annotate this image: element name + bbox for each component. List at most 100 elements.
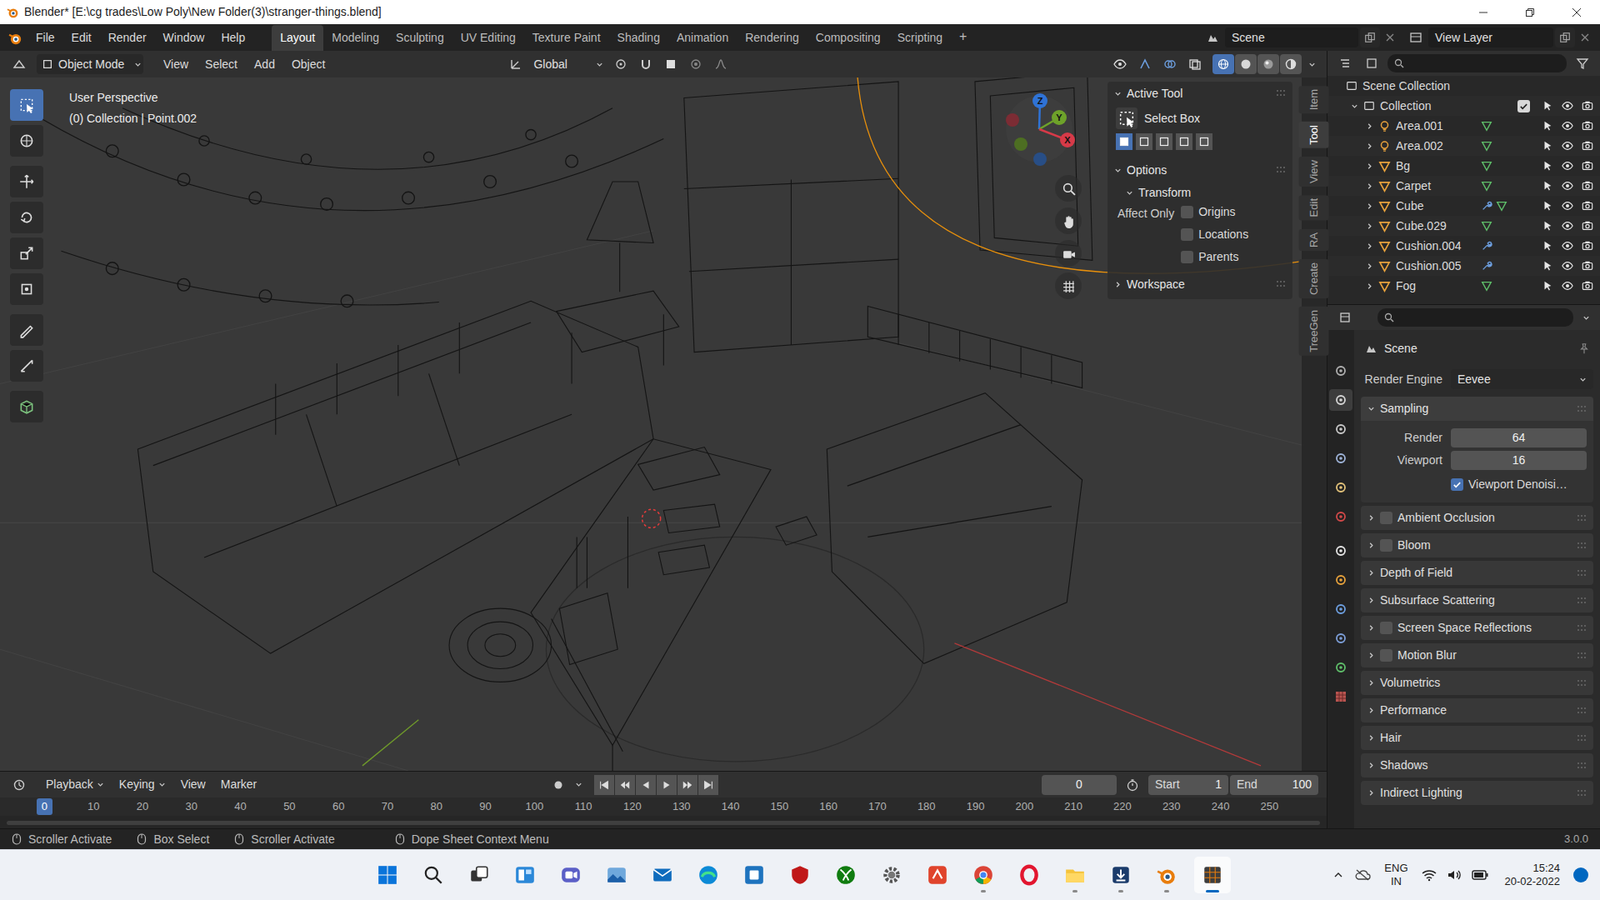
render-camera-icon[interactable] [1581,260,1594,272]
options-header-label[interactable]: Options [1126,161,1167,180]
outliner-item[interactable]: Area.002 [1327,135,1600,156]
timeline-menu-item[interactable]: Playback [38,775,112,794]
selectable-icon[interactable] [1541,180,1554,192]
workspace-tab[interactable]: Shading [609,25,669,51]
render-camera-icon[interactable] [1581,240,1594,252]
selection-mode-button[interactable] [1195,133,1213,150]
selectable-icon[interactable] [1541,260,1554,272]
render-camera-icon[interactable] [1581,120,1594,132]
eye-icon[interactable] [1561,120,1574,132]
snap-target-icon[interactable] [660,54,682,75]
viewport-menu-item[interactable]: Add [245,55,284,74]
render-engine-dropdown[interactable]: Eevee [1450,369,1594,390]
tool-button[interactable] [10,125,44,157]
selectable-icon[interactable] [1541,120,1554,132]
checkbox-row[interactable]: Origins [1180,203,1249,221]
end-frame-field[interactable]: End100 [1230,775,1319,795]
workspace-tab[interactable]: Sculpting [387,25,453,51]
view-layer-selector-name[interactable]: View Layer [1435,29,1493,47]
overlay-icon[interactable] [1159,54,1181,75]
shading-mode-icon[interactable] [1235,54,1257,75]
battery-icon[interactable] [1471,869,1489,881]
taskbar-app[interactable] [1194,856,1231,894]
properties-tab-icon[interactable] [1329,476,1353,499]
sidebar-tab[interactable]: Edit [1299,195,1330,220]
taskbar-app[interactable] [690,856,727,894]
prev-keyframe-icon[interactable] [615,775,635,795]
render-camera-icon[interactable] [1581,220,1594,232]
eye-icon[interactable] [1561,240,1574,252]
outliner-item[interactable]: Cube.029 [1327,215,1600,236]
axis-label[interactable]: Y [1052,110,1066,125]
taskbar-app[interactable] [735,856,773,894]
notification-badge-icon[interactable] [1573,867,1589,883]
orientation-dropdown[interactable]: Global [530,54,607,75]
tool-button[interactable] [10,201,44,234]
eye-icon[interactable] [1561,180,1574,192]
settings-panel[interactable]: Volumetrics [1360,670,1594,695]
proportional-icon[interactable] [685,54,707,75]
settings-panel[interactable]: Shadows [1360,753,1594,778]
ruler-label[interactable]: 0 [36,798,53,815]
copy-icon[interactable] [1555,27,1575,48]
orientation-icon[interactable] [505,54,527,75]
shading-mode-icon[interactable] [1280,54,1302,75]
workspace-tab[interactable]: Layout [271,25,324,51]
stopwatch-icon[interactable] [1123,778,1142,792]
sidebar-tab[interactable]: View [1299,156,1330,187]
settings-panel[interactable]: Ambient Occlusion [1360,505,1594,530]
outliner-item[interactable]: Carpet [1327,175,1600,196]
eye-icon[interactable] [1561,280,1574,292]
settings-panel[interactable]: Screen Space Reflections [1360,615,1594,640]
minimize-icon[interactable] [1460,0,1507,25]
eye-icon[interactable] [1561,140,1574,152]
outliner-item[interactable]: Bg [1327,155,1600,176]
mode-dropdown[interactable]: Object Mode [36,54,144,75]
sidebar-tab[interactable]: Create [1299,259,1330,299]
onedrive-icon[interactable] [1354,868,1371,882]
timeline-editor-icon[interactable] [8,775,30,795]
tool-button[interactable] [10,165,44,198]
properties-tab-icon[interactable] [1329,505,1353,528]
outliner-search[interactable] [1387,54,1567,73]
dropdown-icon[interactable] [1305,60,1319,69]
gizmo-icon[interactable] [1134,54,1156,75]
checkbox[interactable] [1450,478,1464,491]
pan-icon[interactable] [1055,207,1082,235]
viewport-samples-field[interactable]: 16 [1450,450,1587,470]
tool-button[interactable] [10,89,44,121]
outliner-item[interactable]: Area.001 [1327,115,1600,136]
outliner-editor-icon[interactable] [1334,53,1356,74]
properties-tab-icon[interactable] [1329,389,1353,411]
properties-tab-icon[interactable] [1329,656,1353,679]
workspace-header[interactable]: Workspace [1107,272,1293,296]
transform-header[interactable]: Transform [1107,181,1293,204]
active-tool-header-label[interactable]: Active Tool [1126,85,1183,103]
render-samples-field[interactable]: 64 [1450,428,1587,448]
pin-icon[interactable] [1578,342,1590,355]
play-reverse-icon[interactable] [635,775,656,795]
eye-icon[interactable] [1561,200,1574,212]
exclude-checkbox[interactable] [1517,100,1530,113]
sidebar-tab[interactable]: Item [1299,85,1330,114]
sampling-header[interactable]: Sampling [1360,396,1594,421]
denoise-row[interactable]: Viewport Denoisi… [1360,472,1594,496]
viewport-menu-item[interactable]: Select [196,55,246,74]
taskbar-app[interactable] [827,856,865,894]
zoom-icon[interactable] [1055,175,1082,202]
properties-tab-icon[interactable] [1329,447,1353,470]
viewport-menu-item[interactable]: Object [283,55,334,74]
taskbar-app[interactable] [873,856,910,894]
camera-view-icon[interactable] [1055,240,1082,267]
render-camera-icon[interactable] [1581,200,1594,212]
taskbar-app[interactable] [781,856,819,894]
maximize-icon[interactable] [1506,0,1554,25]
scene-collection-row[interactable]: Scene Collection [1327,75,1600,96]
menu-item[interactable]: Help [212,26,254,50]
collection-row[interactable]: Collection [1327,95,1600,116]
grid-view-icon[interactable] [1055,272,1082,300]
checkbox-row[interactable]: Locations [1180,225,1249,244]
selection-mode-button[interactable] [1135,133,1153,150]
taskbar-app[interactable] [506,856,544,894]
eye-icon[interactable] [1561,260,1574,272]
